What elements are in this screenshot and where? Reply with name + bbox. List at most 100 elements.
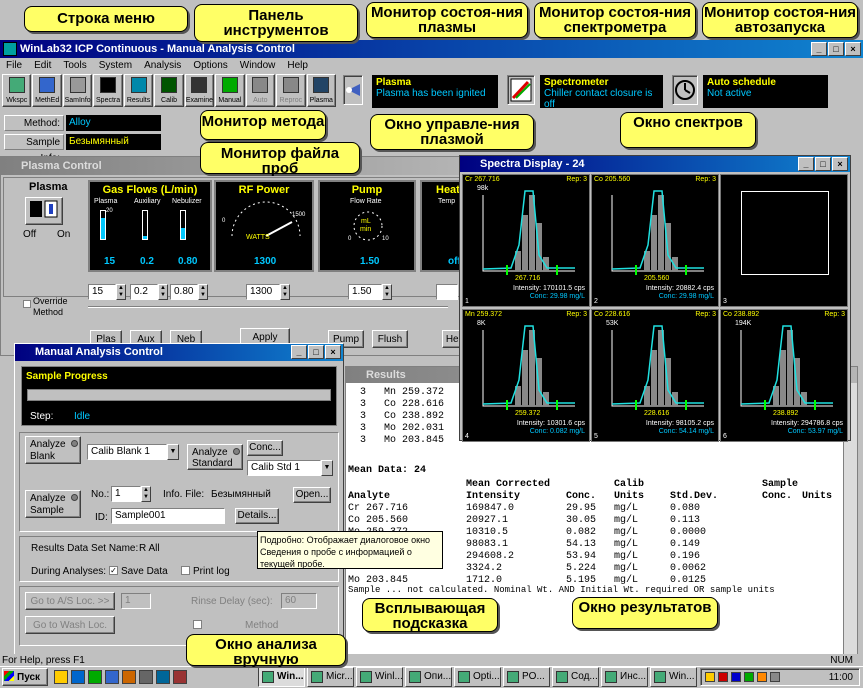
desktop-icon[interactable] [54, 670, 68, 684]
rf-power-spinner[interactable]: 1300 ▲ ▼ [246, 284, 290, 300]
ie-icon[interactable] [71, 670, 85, 684]
spectrum-cell-2[interactable]: Co 205.560 Rep: 3 2 205.560 Intensity: 20882… [591, 174, 719, 307]
taskbar-button[interactable]: Win... [258, 667, 305, 687]
toolbar-examine-button[interactable]: Examine [184, 74, 215, 107]
access-icon[interactable] [173, 670, 187, 684]
maximize-button[interactable]: □ [828, 42, 844, 56]
excel-icon[interactable] [88, 670, 102, 684]
language-icon[interactable] [731, 672, 741, 682]
goto-wash-button[interactable]: Go to Wash Loc. [25, 616, 115, 634]
menu-help[interactable]: Help [281, 58, 314, 74]
spectra-close-button[interactable]: × [832, 157, 848, 171]
aux-flow-spinner[interactable]: 0.2 ▲ ▼ [130, 284, 168, 300]
heat-input[interactable] [436, 284, 458, 300]
plasma-flow-spinner[interactable]: 15 ▲ ▼ [88, 284, 126, 300]
sample-info-monitor[interactable]: Безымянный [66, 134, 161, 150]
plasma-monitor[interactable]: Plasma Plasma has been ignited [372, 75, 498, 108]
tray-icon[interactable] [757, 672, 767, 682]
pump-input[interactable]: 1.50 [348, 284, 382, 300]
taskbar-button[interactable]: Micr... [307, 667, 354, 687]
goto-as-button[interactable]: Go to A/S Loc. >> [25, 592, 115, 610]
blank-select[interactable]: Calib Blank 1 [87, 444, 167, 460]
pump-spinner[interactable]: 1.50 ▲ ▼ [348, 284, 392, 300]
menu-edit[interactable]: Edit [28, 58, 57, 74]
tray-icon[interactable] [705, 672, 715, 682]
spin-arrows-icon[interactable]: ▲ ▼ [116, 284, 126, 300]
tray-icon[interactable] [744, 672, 754, 682]
aux-flow-input[interactable]: 0.2 [130, 284, 158, 300]
spectrum-cell-4[interactable]: Mn 259.372 Rep: 3 8K 4 259.372 Intensity: 103… [462, 309, 590, 442]
spin-arrows-icon[interactable]: ▲ ▼ [158, 284, 168, 300]
taskbar-button[interactable]: Инс... [601, 667, 648, 687]
sample-id-input[interactable]: Sample001 [111, 508, 225, 524]
toolbar-calib-button[interactable]: Calib [154, 74, 184, 107]
conc-button[interactable]: Conc... [247, 440, 283, 456]
taskbar-button[interactable]: Win... [650, 667, 697, 687]
taskbar-button[interactable]: Winl... [356, 667, 403, 687]
toolbar-wkspc-button[interactable]: Wkspc [2, 74, 32, 107]
menu-tools[interactable]: Tools [57, 58, 92, 74]
spectrum-cell-5[interactable]: Co 228.616 Rep: 3 53K 5 228.616 Intensity: 98… [591, 309, 719, 442]
taskbar-button[interactable]: Сод... [552, 667, 599, 687]
menu-system[interactable]: System [93, 58, 138, 74]
spectrometer-icon[interactable] [507, 75, 535, 105]
taskbar-button[interactable]: Opti... [454, 667, 501, 687]
autosampler-monitor[interactable]: Auto schedule Not active [703, 75, 828, 108]
neb-flow-spinner[interactable]: 0.80 ▲ ▼ [170, 284, 208, 300]
taskbar-button[interactable]: Опи... [405, 667, 452, 687]
override-checkbox[interactable] [23, 300, 31, 308]
manual-titlebar[interactable]: Manual Analysis Control _ □ × [15, 344, 343, 361]
toolbar-reproc-button[interactable]: Reproc [276, 74, 306, 107]
standard-dropdown-icon[interactable]: ▼ [321, 460, 333, 476]
details-button[interactable]: Details... [235, 508, 279, 524]
tray-icon[interactable] [718, 672, 728, 682]
print-log-checkbox[interactable] [181, 566, 190, 575]
spectrum-cell-6[interactable]: Co 238.892 Rep: 3 194K 6 238.892 Intensity: 2… [720, 309, 848, 442]
spin-arrows-icon[interactable]: ▲ ▼ [280, 284, 290, 300]
plasma-toggle-button[interactable] [25, 197, 63, 225]
spin-arrows-icon[interactable]: ▲ ▼ [382, 284, 392, 300]
manual-close-button[interactable]: × [325, 345, 341, 359]
taskbar-button[interactable]: PO... [503, 667, 550, 687]
flush-button[interactable]: Flush [372, 330, 408, 348]
spin-arrows-icon[interactable]: ▲ ▼ [198, 284, 208, 300]
spectra-maximize-button[interactable]: □ [815, 157, 831, 171]
spectrum-cell-3[interactable]: 3 [720, 174, 848, 307]
sample-no-spinner-icon[interactable]: ▲ ▼ [141, 486, 151, 502]
method-checkbox[interactable] [193, 620, 202, 629]
toolbar-saminfo-button[interactable]: SamInfo [62, 74, 93, 107]
save-data-checkbox[interactable]: ✓ [109, 566, 118, 575]
toolbar-manual-button[interactable]: Manual [215, 74, 245, 107]
manual-maximize-button[interactable]: □ [308, 345, 324, 359]
blank-dropdown-icon[interactable]: ▼ [167, 444, 179, 460]
goto-as-input[interactable]: 1 [121, 593, 151, 609]
outlook-icon[interactable] [122, 670, 136, 684]
toolbar-methed-button[interactable]: MethEd [32, 74, 62, 107]
menu-file[interactable]: File [0, 58, 28, 74]
menu-window[interactable]: Window [234, 58, 282, 74]
open-button[interactable]: Open... [293, 487, 331, 503]
network-icon[interactable] [156, 670, 170, 684]
toolbar-auto-button[interactable]: Auto [245, 74, 276, 107]
spectra-minimize-button[interactable]: _ [798, 157, 814, 171]
menu-options[interactable]: Options [187, 58, 233, 74]
settings-icon[interactable] [139, 670, 153, 684]
toolbar-plasma-button[interactable]: Plasma [306, 74, 336, 107]
toolbar-spectra-button[interactable]: Spectra [93, 74, 123, 107]
method-monitor[interactable]: Alloy [66, 115, 161, 131]
spectrometer-monitor[interactable]: Spectrometer Chiller contact closure is … [540, 75, 663, 110]
results-name-value[interactable]: R All [139, 543, 160, 554]
toolbar-results-button[interactable]: Results [123, 74, 154, 107]
standard-select[interactable]: Calib Std 1 [247, 460, 321, 476]
spectra-titlebar[interactable]: Spectra Display - 24 _ □ × [460, 156, 850, 172]
rf-power-input[interactable]: 1300 [246, 284, 280, 300]
word-icon[interactable] [105, 670, 119, 684]
manual-minimize-button[interactable]: _ [291, 345, 307, 359]
minimize-button[interactable]: _ [811, 42, 827, 56]
autosampler-icon[interactable] [672, 75, 698, 105]
delay-input[interactable]: 60 [281, 593, 317, 609]
neb-flow-input[interactable]: 0.80 [170, 284, 198, 300]
volume-icon[interactable] [770, 672, 780, 682]
plasma-torch-icon[interactable] [343, 75, 363, 105]
menu-analysis[interactable]: Analysis [138, 58, 187, 74]
